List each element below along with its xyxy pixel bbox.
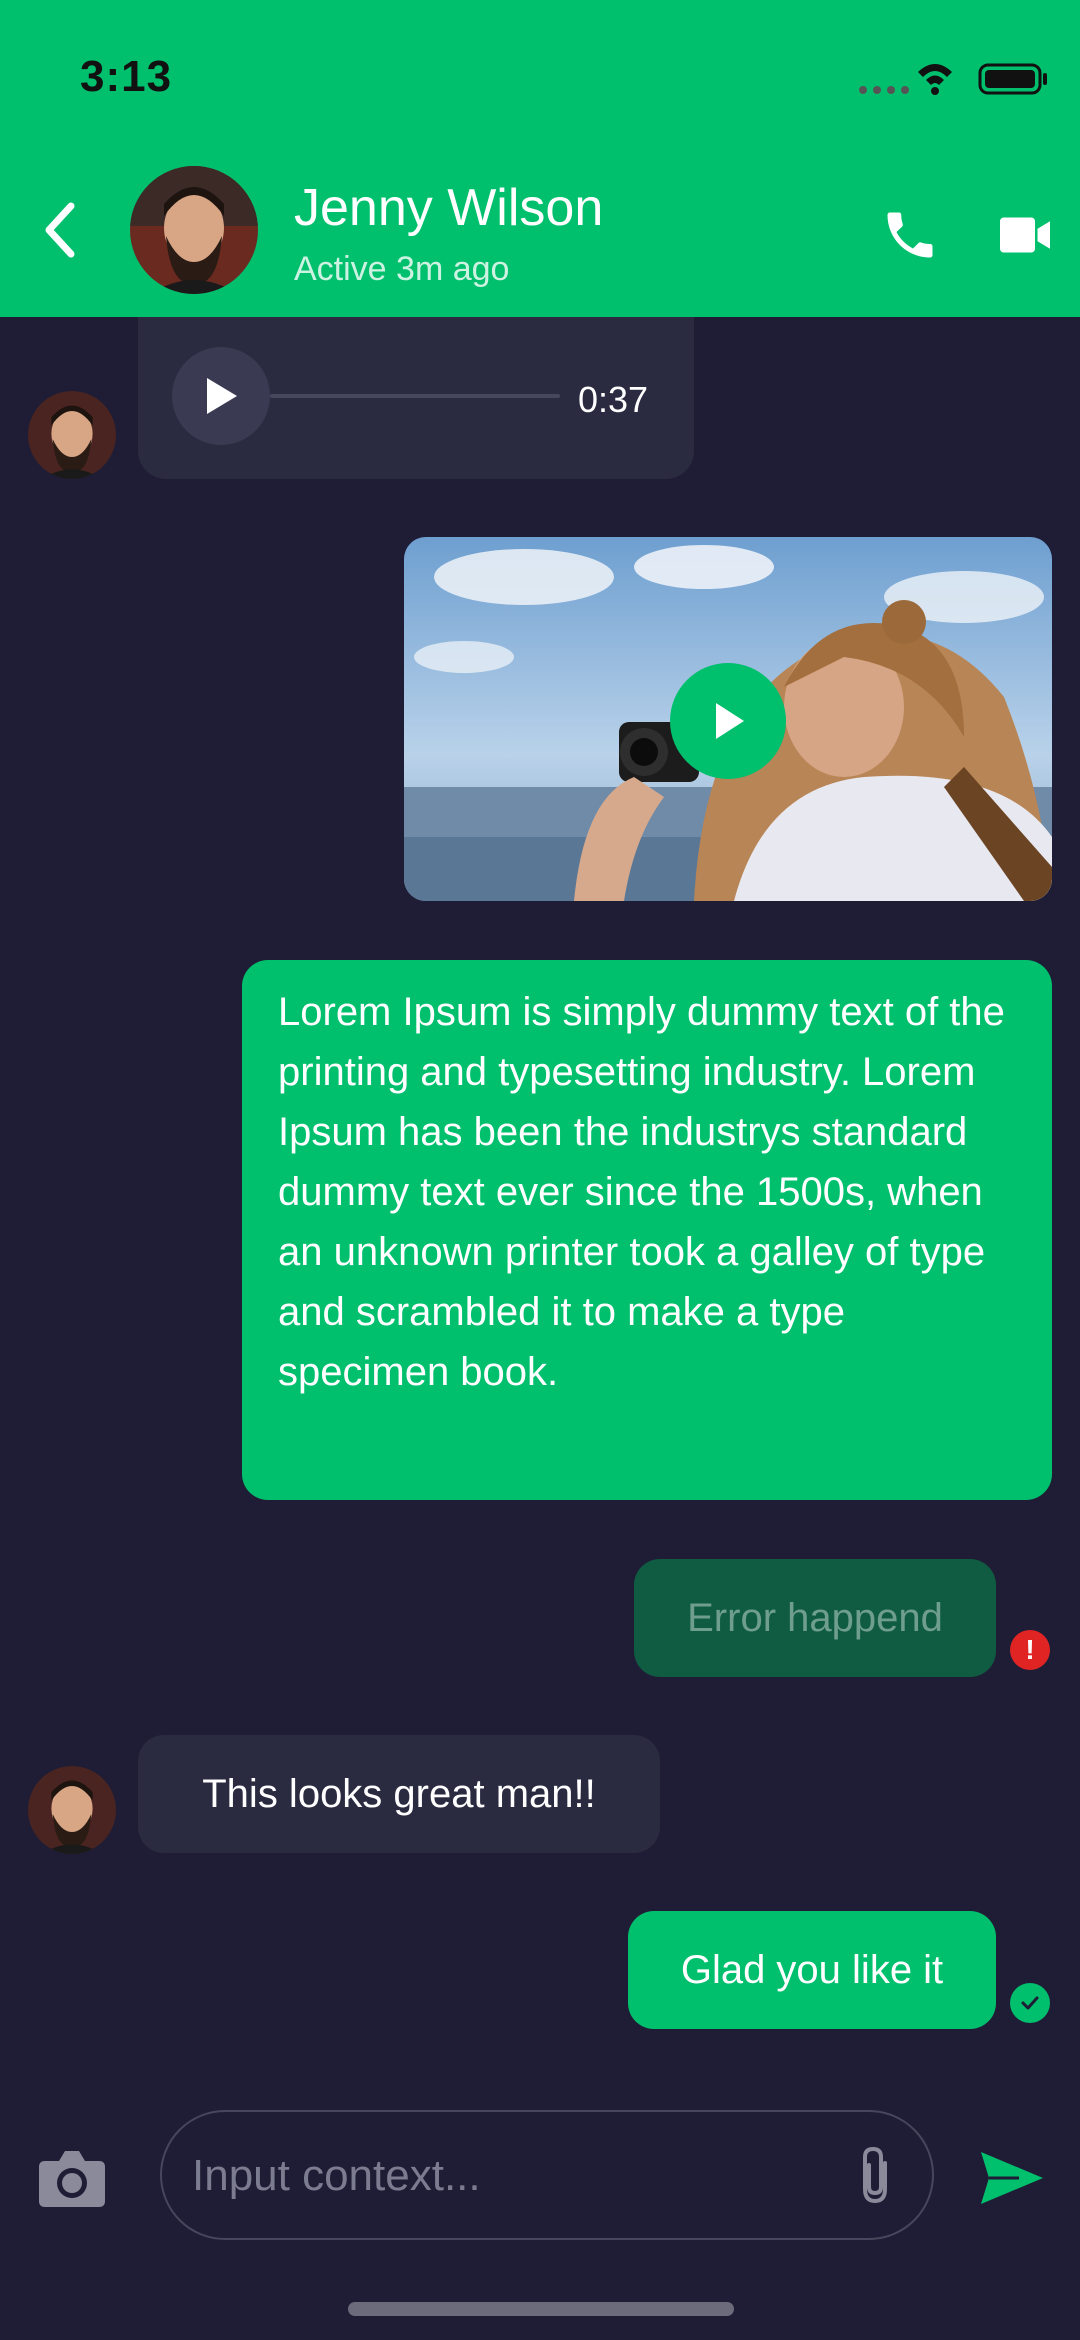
signal-dots-icon <box>859 86 909 94</box>
camera-icon <box>39 2151 105 2207</box>
received-text-message: This looks great man!! <box>138 1735 660 1853</box>
video-play-button[interactable] <box>670 663 786 779</box>
audio-play-button[interactable] <box>172 347 270 445</box>
message-input-container <box>160 2110 934 2240</box>
sender-avatar[interactable] <box>28 1766 116 1854</box>
home-indicator <box>348 2302 734 2316</box>
status-bar-icons <box>855 58 1055 98</box>
sender-avatar[interactable] <box>28 391 116 479</box>
contact-status: Active 3m ago <box>294 250 510 288</box>
video-camera-icon <box>1000 217 1050 253</box>
delivered-check-icon <box>1010 1983 1050 2023</box>
message-input[interactable] <box>190 2112 834 2240</box>
attach-button[interactable] <box>842 2142 908 2208</box>
sent-text-message: Lorem Ipsum is simply dummy text of the … <box>242 960 1052 1500</box>
battery-icon <box>978 63 1047 95</box>
sent-text-message: Glad you like it <box>628 1911 996 2029</box>
contact-avatar[interactable] <box>130 166 258 294</box>
wifi-icon <box>918 64 952 95</box>
error-icon[interactable]: ! <box>1010 1630 1050 1670</box>
audio-message: 0:37 <box>138 317 694 479</box>
play-icon <box>716 703 744 739</box>
play-icon <box>207 378 237 414</box>
failed-message[interactable]: Error happend <box>634 1559 996 1677</box>
audio-progress-track[interactable] <box>270 394 560 398</box>
voice-call-button[interactable] <box>870 195 950 275</box>
send-icon <box>981 2152 1043 2204</box>
video-call-button[interactable] <box>985 195 1065 275</box>
contact-name: Jenny Wilson <box>294 179 604 237</box>
phone-icon <box>887 212 933 258</box>
video-message[interactable] <box>404 537 1052 901</box>
camera-button[interactable] <box>30 2136 114 2220</box>
back-button[interactable] <box>24 190 94 270</box>
audio-duration: 0:37 <box>578 379 649 420</box>
send-button[interactable] <box>970 2136 1054 2220</box>
status-bar-time: 3:13 <box>80 52 173 101</box>
back-chevron-icon <box>45 202 75 258</box>
paperclip-icon <box>863 2146 887 2204</box>
